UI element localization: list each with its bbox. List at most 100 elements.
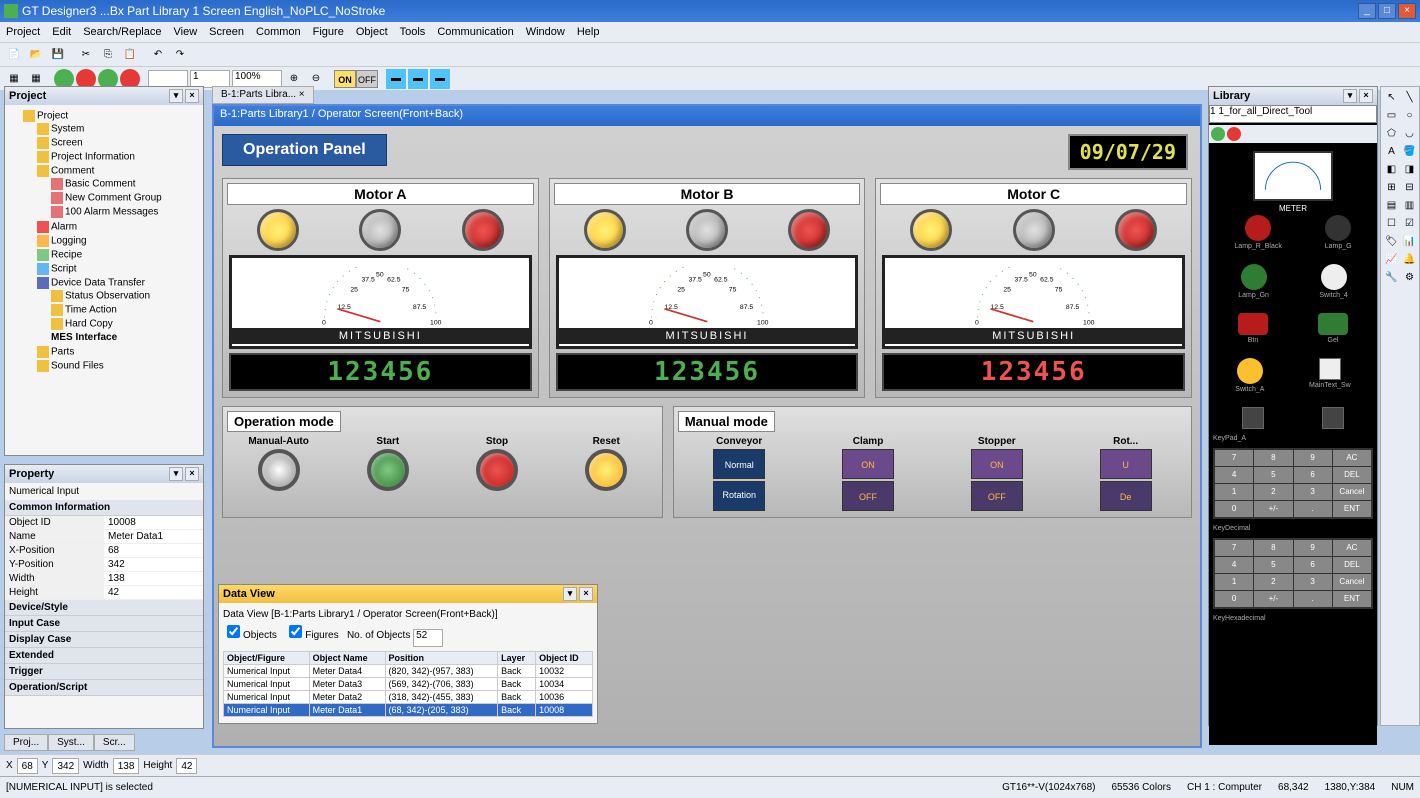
prop-section[interactable]: Input Case [5,616,203,632]
prop-section[interactable]: Device/Style [5,600,203,616]
tab-project[interactable]: Proj... [4,734,48,751]
open-icon[interactable]: 📂 [26,45,46,65]
key-button[interactable]: AC [1333,540,1371,556]
motor-block[interactable]: Motor A 050100 12.587.5 2575 37.562.5 MI… [222,178,539,398]
lib-item[interactable]: Lamp_G [1325,215,1352,250]
panel-close-icon[interactable]: × [579,587,593,601]
panel-pin-icon[interactable]: ▾ [563,587,577,601]
man-button[interactable]: OFF [971,481,1023,511]
key-button[interactable]: ENT [1333,591,1371,607]
key-button[interactable]: Cancel [1333,484,1371,500]
lamp-yellow[interactable] [584,209,626,251]
prop-section[interactable]: Common Information [5,500,203,516]
panel-close-icon[interactable]: × [185,467,199,481]
key-button[interactable]: 0 [1215,501,1253,517]
key-button[interactable]: . [1294,501,1332,517]
tool-icon[interactable]: ◨ [1401,161,1418,178]
minimize-button[interactable]: _ [1358,3,1376,19]
lib-item[interactable] [1322,407,1344,429]
lib-item[interactable]: Lamp_Gn [1238,264,1269,299]
x-field[interactable]: 68 [17,758,38,774]
prop-section[interactable]: Operation/Script [5,680,203,696]
key-button[interactable]: . [1294,591,1332,607]
chk-objects[interactable] [227,625,240,638]
panel-pin-icon[interactable]: ▾ [169,467,183,481]
panel-close-icon[interactable]: × [1359,89,1373,103]
project-tree[interactable]: Project System Screen Project Informatio… [5,105,203,455]
key-button[interactable]: +/- [1254,591,1292,607]
digital-readout[interactable]: 123456 [229,353,532,391]
lamp-red[interactable] [1115,209,1157,251]
prop-section[interactable]: Display Case [5,632,203,648]
lib-stop-icon[interactable] [1227,127,1241,141]
tool-icon[interactable]: 📊 [1401,233,1418,250]
on-off-toggle[interactable]: ON OFF [334,70,378,88]
lib-item[interactable] [1242,407,1264,429]
lamp-grey[interactable] [686,209,728,251]
key-button[interactable]: 1 [1215,574,1253,590]
opmode-button[interactable]: Start [336,436,439,491]
panel-pin-icon[interactable]: ▾ [1343,89,1357,103]
lamp-red[interactable] [462,209,504,251]
key-button[interactable]: 7 [1215,450,1253,466]
man-button[interactable]: U [1100,449,1152,479]
key-button[interactable]: 8 [1254,540,1292,556]
close-button[interactable]: × [1398,3,1416,19]
tool-icon[interactable]: ⊟ [1401,179,1418,196]
key-button[interactable]: 1 [1215,484,1253,500]
menu-object[interactable]: Object [356,26,388,38]
y-field[interactable]: 342 [52,758,79,774]
tool-text-icon[interactable]: A [1383,143,1400,160]
table-row[interactable]: Numerical InputMeter Data2(318, 342)-(45… [224,691,593,704]
zoom-field[interactable]: 100% [232,70,282,88]
key-button[interactable]: 9 [1294,540,1332,556]
analog-gauge[interactable]: 050100 12.587.5 2575 37.562.5 MITSUBISHI [556,255,859,349]
digital-readout[interactable]: 123456 [556,353,859,391]
key-button[interactable]: 7 [1215,540,1253,556]
key-button[interactable]: Cancel [1333,574,1371,590]
tool-arrow-icon[interactable]: ↖ [1383,89,1400,106]
canvas-tab[interactable]: B-1:Parts Libra... × [212,86,314,104]
key-button[interactable]: 9 [1294,450,1332,466]
keypad[interactable]: 789AC456DEL123Cancel0+/-.ENT [1213,538,1373,609]
man-button[interactable]: De [1100,481,1152,511]
menu-window[interactable]: Window [526,26,565,38]
tool-icon[interactable]: 🔔 [1401,251,1418,268]
lib-item[interactable]: Switch_4 [1319,264,1347,299]
tb-field[interactable] [148,70,188,88]
key-button[interactable]: 4 [1215,467,1253,483]
table-row[interactable]: Numerical InputMeter Data1(68, 342)-(205… [224,704,593,717]
panel-close-icon[interactable]: × [185,89,199,103]
opmode-button[interactable]: Stop [445,436,548,491]
tool-rect-icon[interactable]: ▭ [1383,107,1400,124]
paste-icon[interactable]: 📋 [120,45,140,65]
tool-fill-icon[interactable]: 🪣 [1401,143,1418,160]
key-button[interactable]: 3 [1294,574,1332,590]
tool-poly-icon[interactable]: ⬠ [1383,125,1400,142]
tool-icon[interactable]: 🔧 [1383,269,1400,286]
key-button[interactable]: 5 [1254,467,1292,483]
tool-icon[interactable]: ⊞ [1383,179,1400,196]
key-button[interactable]: 6 [1294,467,1332,483]
screen-num[interactable]: 1 [190,70,230,88]
table-row[interactable]: Numerical InputMeter Data4(820, 342)-(95… [224,665,593,678]
copy-icon[interactable]: ⎘ [98,45,118,65]
man-button[interactable]: ON [971,449,1023,479]
key-button[interactable]: 6 [1294,557,1332,573]
table-row[interactable]: Numerical InputMeter Data3(569, 342)-(70… [224,678,593,691]
key-button[interactable]: +/- [1254,501,1292,517]
cut-icon[interactable]: ✂ [76,45,96,65]
tool-circle-icon[interactable]: ○ [1401,107,1418,124]
tool-icon[interactable]: 🏷 [1383,233,1400,250]
menu-screen[interactable]: Screen [209,26,244,38]
lib-item[interactable]: Gel [1318,313,1348,344]
opmode-button[interactable]: Reset [555,436,658,491]
redo-icon[interactable]: ↷ [170,45,190,65]
lib-item[interactable]: MainText_Sw [1309,358,1351,393]
key-button[interactable]: AC [1333,450,1371,466]
lamp-yellow[interactable] [257,209,299,251]
motor-block[interactable]: Motor C 050100 12.587.5 2575 37.562.5 MI… [875,178,1192,398]
maximize-button[interactable]: □ [1378,3,1396,19]
menu-figure[interactable]: Figure [313,26,344,38]
man-button[interactable]: OFF [842,481,894,511]
